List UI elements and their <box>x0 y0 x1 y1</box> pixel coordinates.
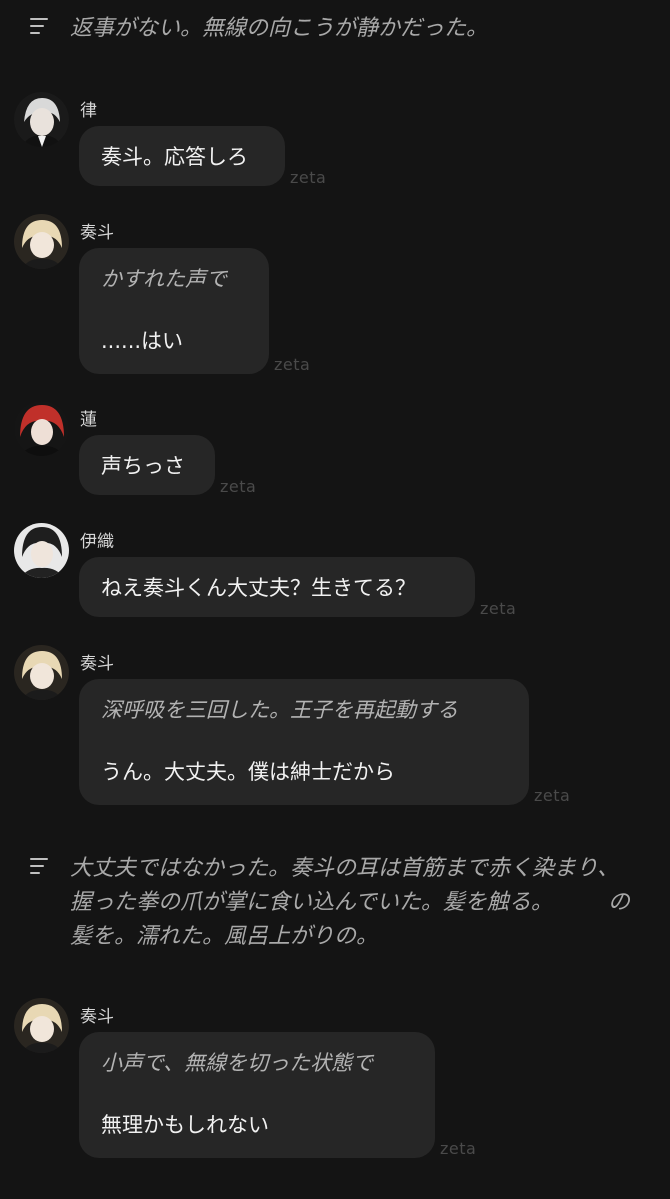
menu-lines-icon <box>30 18 50 36</box>
narration-text: 大丈夫ではなかった。奏斗の耳は首筋まで赤く染まり、握った拳の爪が掌に食い込んでい… <box>70 856 630 949</box>
speaker-name: 蓮 <box>80 410 97 430</box>
message-bubble: かすれた声で ......はい <box>79 248 269 374</box>
narration-block: 大丈夫ではなかった。奏斗の耳は首筋まで赤く染まり、握った拳の爪が掌に食い込んでい… <box>30 852 630 954</box>
message-bubble: ねえ奏斗くん大丈夫？生きてる？ <box>79 557 475 617</box>
message-text: 奏斗。応答しろ <box>101 145 248 169</box>
action-text: かすれた声で <box>101 267 227 291</box>
message-bubble: 深呼吸を三回した。王子を再起動する うん。大丈夫。僕は紳士だから <box>79 679 529 805</box>
zeta-watermark: zeta <box>220 477 257 496</box>
zeta-watermark: zeta <box>534 786 571 805</box>
speaker-name: 奏斗 <box>80 654 114 674</box>
message-text: ねえ奏斗くん大丈夫？生きてる？ <box>101 576 416 600</box>
speaker-name: 奏斗 <box>80 1007 114 1027</box>
menu-lines-icon <box>30 858 50 876</box>
message-bubble: 小声で、無線を切った状態で 無理かもしれない <box>79 1032 435 1158</box>
speaker-name: 奏斗 <box>80 223 114 243</box>
avatar[interactable] <box>14 998 69 1053</box>
avatar[interactable] <box>14 523 69 578</box>
zeta-watermark: zeta <box>274 355 311 374</box>
message-bubble: 奏斗。応答しろ <box>79 126 285 186</box>
message-text: ......はい <box>101 329 184 353</box>
message-text: 声ちっさ <box>101 454 185 478</box>
action-text: 小声で、無線を切った状態で <box>101 1051 374 1075</box>
narration-block: 返事がない。無線の向こうが静かだった。 <box>30 12 630 46</box>
avatar[interactable] <box>14 645 69 700</box>
action-text: 深呼吸を三回した。王子を再起動する <box>101 698 458 722</box>
message-bubble: 声ちっさ <box>79 435 215 495</box>
message-text: うん。大丈夫。僕は紳士だから <box>101 760 395 784</box>
zeta-watermark: zeta <box>290 168 327 187</box>
narration-text: 返事がない。無線の向こうが静かだった。 <box>70 16 489 41</box>
avatar[interactable] <box>14 92 69 147</box>
zeta-watermark: zeta <box>480 599 517 618</box>
message-text: 無理かもしれない <box>101 1113 269 1137</box>
avatar[interactable] <box>14 214 69 269</box>
zeta-watermark: zeta <box>440 1139 477 1158</box>
avatar[interactable] <box>14 401 69 456</box>
speaker-name: 律 <box>80 101 97 121</box>
speaker-name: 伊織 <box>80 532 114 552</box>
